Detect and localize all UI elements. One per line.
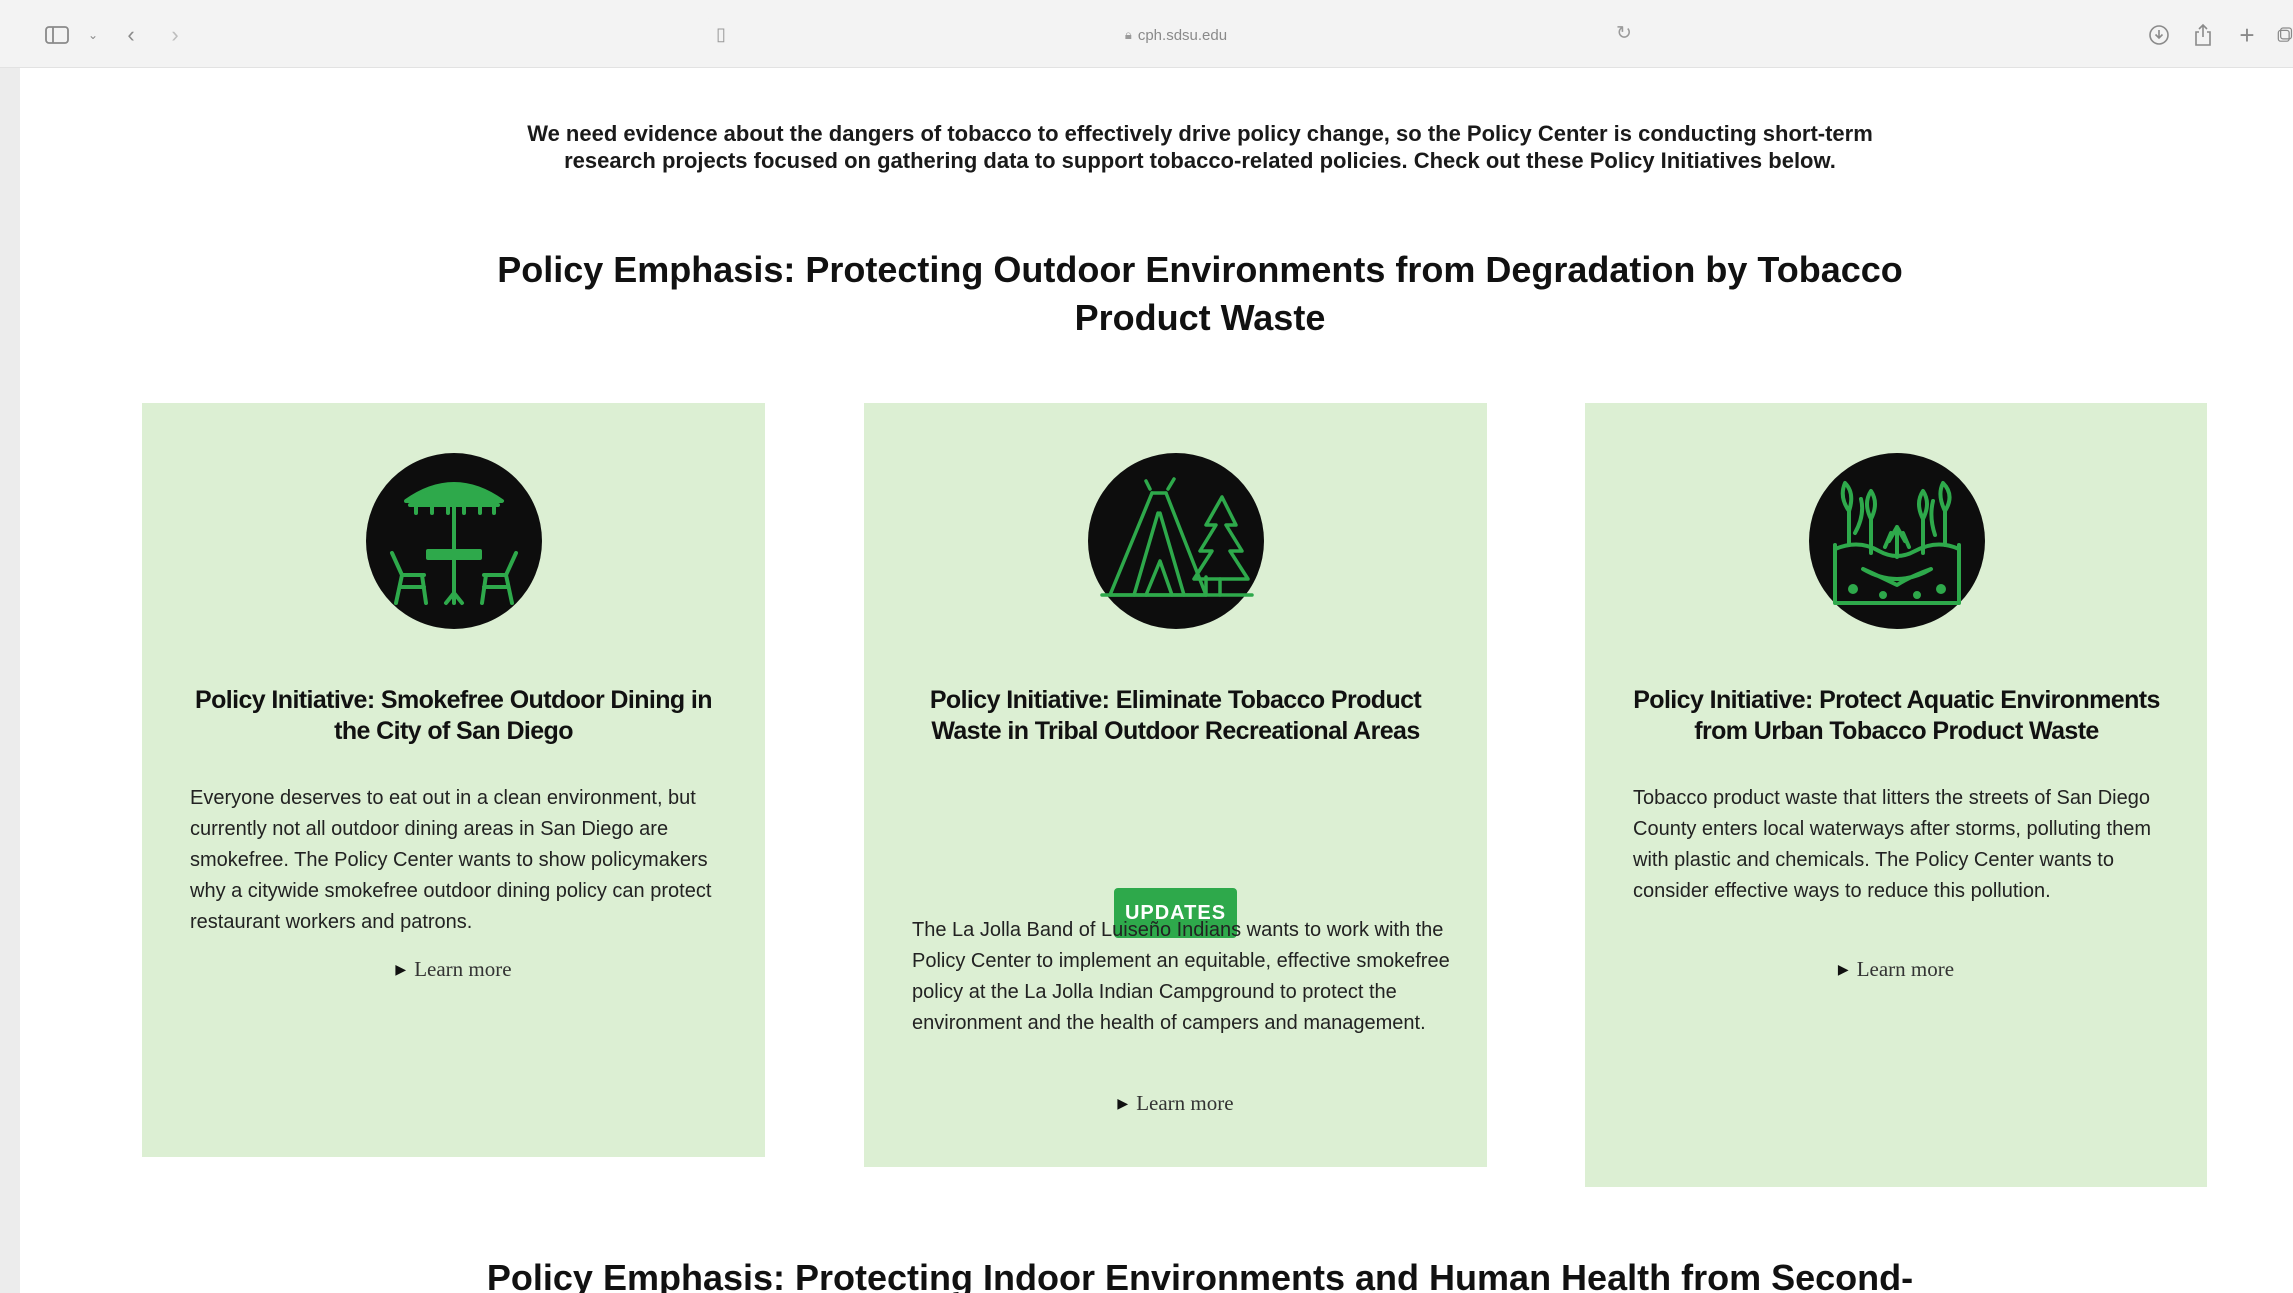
- download-icon[interactable]: [2146, 22, 2172, 48]
- learn-more-toggle[interactable]: ▶ Learn more: [142, 957, 765, 982]
- aquatic-environment-icon: [1809, 453, 1985, 629]
- section-heading-indoor: Policy Emphasis: Protecting Indoor Envir…: [486, 1257, 1914, 1293]
- address-url: cph.sdsu.edu: [1137, 26, 1228, 44]
- disclosure-triangle-icon: ▶: [1837, 962, 1849, 978]
- policy-card-outdoor-dining: Policy Initiative: Smokefree Outdoor Din…: [142, 403, 765, 1157]
- lock-icon: 🔒︎: [1124, 27, 1132, 42]
- learn-more-label: Learn more: [1136, 1091, 1234, 1115]
- policy-card-aquatic: Policy Initiative: Protect Aquatic Envir…: [1585, 403, 2207, 1187]
- campground-tent-icon: [1088, 453, 1264, 629]
- chevron-down-icon[interactable]: ⌄: [80, 22, 106, 48]
- sidebar-icon[interactable]: [44, 22, 70, 48]
- reload-icon[interactable]: ↻: [1616, 22, 1632, 45]
- address-bar[interactable]: 🔒︎ cph.sdsu.edu: [706, 16, 1646, 54]
- disclosure-triangle-icon: ▶: [1117, 1096, 1129, 1112]
- card-description: The La Jolla Band of Luiseño Indians wan…: [912, 919, 1450, 1034]
- card-description: Tobacco product waste that litters the s…: [1633, 787, 2151, 902]
- reader-icon[interactable]: ▯: [716, 24, 726, 45]
- learn-more-toggle[interactable]: ▶ Learn more: [864, 1091, 1487, 1116]
- learn-more-toggle[interactable]: ▶ Learn more: [1585, 957, 2207, 982]
- learn-more-label: Learn more: [414, 957, 512, 981]
- section-heading-outdoor: Policy Emphasis: Protecting Outdoor Envi…: [497, 249, 1903, 338]
- share-icon[interactable]: [2190, 22, 2216, 48]
- back-icon[interactable]: ‹: [118, 22, 144, 48]
- intro-line-1: We need evidence about the dangers of to…: [527, 121, 1873, 146]
- new-tab-icon[interactable]: +: [2234, 22, 2260, 48]
- card-title: Policy Initiative: Eliminate Tobacco Pro…: [929, 686, 1422, 745]
- forward-icon[interactable]: ›: [162, 22, 188, 48]
- card-title: Policy Initiative: Protect Aquatic Envir…: [1633, 686, 2160, 745]
- intro-text: We need evidence about the dangers of to…: [440, 120, 1960, 174]
- browser-toolbar: ⌄ ‹ › 🔒︎ cph.sdsu.edu ▯ ↻ +: [0, 0, 2293, 68]
- card-description: Everyone deserves to eat out in a clean …: [190, 787, 712, 933]
- learn-more-label: Learn more: [1856, 957, 1955, 981]
- card-title: Policy Initiative: Smokefree Outdoor Din…: [195, 686, 713, 745]
- disclosure-triangle-icon: ▶: [395, 962, 407, 978]
- tab-overview-icon[interactable]: [2276, 22, 2293, 48]
- intro-line-2: research projects focused on gathering d…: [564, 148, 1836, 173]
- policy-card-tribal-recreation: Policy Initiative: Eliminate Tobacco Pro…: [864, 403, 1487, 1167]
- outdoor-dining-icon: [366, 453, 542, 629]
- page-content: We need evidence about the dangers of to…: [20, 68, 2293, 1293]
